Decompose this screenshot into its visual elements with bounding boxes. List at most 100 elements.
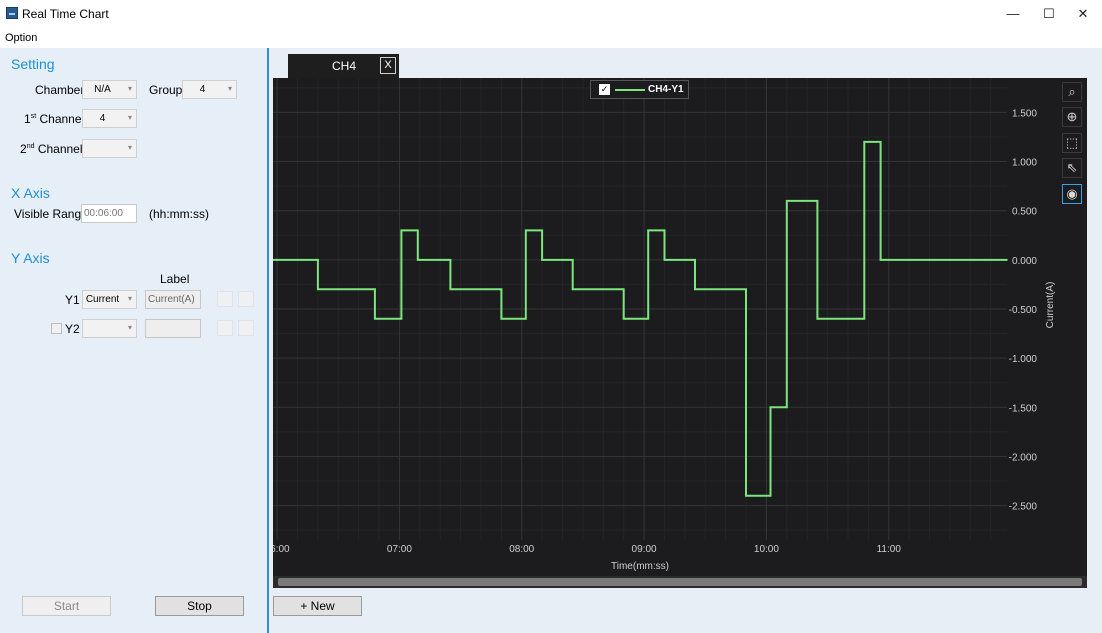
- second-channel-label: 2nd Channel: [20, 142, 83, 156]
- y1-type-select[interactable]: Current ▾: [82, 290, 137, 309]
- data-point: [879, 141, 882, 143]
- new-chart-button[interactable]: + New: [273, 596, 362, 616]
- data-point: [317, 259, 319, 261]
- start-button[interactable]: Start: [22, 596, 111, 616]
- data-point: [622, 318, 625, 320]
- chevron-down-icon: ▾: [127, 113, 132, 122]
- visible-range-unit: (hh:mm:ss): [149, 207, 209, 221]
- y-tick-label: -1.000: [1009, 354, 1038, 365]
- app-icon: [6, 7, 18, 19]
- chamber-label: Chamber: [35, 83, 85, 97]
- data-point: [663, 229, 666, 232]
- data-point: [374, 318, 376, 320]
- y-tick-label: -2.500: [1009, 502, 1038, 513]
- data-point: [1006, 259, 1008, 261]
- visible-range-input[interactable]: 00:06:00: [81, 204, 137, 223]
- data-point: [647, 229, 649, 232]
- data-point: [374, 288, 376, 291]
- y1-type-value: Current: [85, 294, 120, 305]
- stop-button[interactable]: Stop: [155, 596, 244, 616]
- tab-ch4-label: CH4: [332, 59, 357, 73]
- zoom-fit-icon[interactable]: ⊕: [1062, 107, 1082, 127]
- data-point: [816, 318, 819, 320]
- y-tick-label: -2.000: [1009, 452, 1038, 463]
- group-select[interactable]: 4 ▾: [182, 80, 237, 99]
- select-rect-icon[interactable]: ⬚: [1062, 133, 1082, 153]
- data-point: [769, 494, 772, 497]
- x-axis-label: Time(mm:ss): [611, 561, 669, 572]
- chevron-down-icon: ▾: [127, 294, 132, 303]
- chart-scrollbar[interactable]: [273, 576, 1087, 588]
- data-point: [622, 288, 625, 291]
- pointer-icon[interactable]: ⇖: [1062, 158, 1082, 178]
- y2-label: Y2: [65, 322, 80, 336]
- y-axis-title: Y Axis: [11, 250, 50, 266]
- line-chart[interactable]: 06:00 07:00 08:00 09:00 10:00 11:00 1.500 1.000…: [265, 78, 1087, 576]
- data-point: [317, 288, 319, 291]
- x-tick-label: 08:00: [509, 544, 534, 555]
- x-tick-label: 09:00: [632, 544, 657, 555]
- data-point: [786, 200, 788, 202]
- title-bar: Real Time Chart — ☐ ✕: [0, 0, 1102, 28]
- x-axis-title: X Axis: [11, 185, 50, 201]
- data-point: [879, 259, 882, 261]
- second-channel-select[interactable]: ▾: [82, 139, 137, 158]
- setting-title: Setting: [11, 56, 55, 72]
- data-point: [500, 318, 503, 320]
- data-point: [571, 259, 574, 261]
- series-line-ch4-y1: [273, 140, 1007, 497]
- y-tick-label: -0.500: [1009, 305, 1038, 316]
- data-point: [928, 259, 931, 261]
- zoom-icon[interactable]: ⌕: [1062, 82, 1082, 102]
- data-point: [416, 229, 419, 232]
- x-tick-label: 11:00: [877, 544, 902, 555]
- y2-type-select[interactable]: ▾: [82, 319, 137, 338]
- data-point: [416, 259, 419, 261]
- tab-close-button[interactable]: X: [380, 57, 396, 74]
- chamber-value: N/A: [94, 84, 111, 95]
- data-point: [863, 141, 866, 143]
- menu-bar: Option: [0, 28, 1102, 48]
- scrollbar-thumb[interactable]: [278, 578, 1082, 586]
- group-label: Group: [149, 83, 183, 97]
- data-point: [863, 318, 866, 320]
- y-tick-label: 0.000: [1012, 256, 1037, 267]
- y-tick-label: -1.500: [1009, 403, 1038, 414]
- data-point: [449, 288, 452, 291]
- y-tick-label: 0.500: [1012, 207, 1037, 218]
- camera-icon[interactable]: ◉: [1062, 184, 1082, 204]
- y1-style-swatch[interactable]: [238, 291, 254, 307]
- chevron-down-icon: ▾: [127, 323, 132, 332]
- chevron-down-icon: ▾: [127, 143, 132, 152]
- data-point: [816, 200, 819, 202]
- chamber-select[interactable]: N/A ▾: [82, 80, 137, 99]
- data-point: [500, 288, 503, 291]
- data-point: [951, 259, 953, 261]
- legend-series-swatch: [615, 89, 645, 91]
- close-button[interactable]: ✕: [1066, 0, 1100, 28]
- chart-area[interactable]: 06:00 07:00 08:00 09:00 10:00 11:00 1.500 1.000…: [265, 78, 1087, 576]
- y2-color-swatch[interactable]: [217, 320, 233, 336]
- y1-label-input[interactable]: Current(A): [145, 290, 201, 309]
- y2-label-input[interactable]: [145, 319, 201, 338]
- settings-panel: [0, 48, 267, 633]
- legend-series-label: CH4-Y1: [648, 84, 684, 95]
- data-point: [971, 259, 974, 261]
- data-point: [745, 494, 747, 497]
- visible-range-label: Visible Range: [14, 207, 88, 221]
- label-header: Label: [160, 272, 190, 286]
- legend-series-checkbox[interactable]: ✓: [599, 84, 610, 95]
- x-tick-label: 07:00: [387, 544, 412, 555]
- menu-option[interactable]: Option: [5, 32, 37, 44]
- data-point: [663, 259, 666, 261]
- data-point: [694, 288, 696, 291]
- y2-style-swatch[interactable]: [238, 320, 254, 336]
- window-title: Real Time Chart: [22, 7, 109, 21]
- y1-color-swatch[interactable]: [217, 291, 233, 307]
- first-channel-select[interactable]: 4 ▾: [82, 109, 137, 128]
- minimize-button[interactable]: —: [996, 0, 1030, 28]
- y-tick-label: 1.500: [1012, 108, 1037, 119]
- y2-checkbox[interactable]: [51, 323, 62, 334]
- maximize-button[interactable]: ☐: [1032, 0, 1066, 28]
- data-point: [694, 259, 696, 261]
